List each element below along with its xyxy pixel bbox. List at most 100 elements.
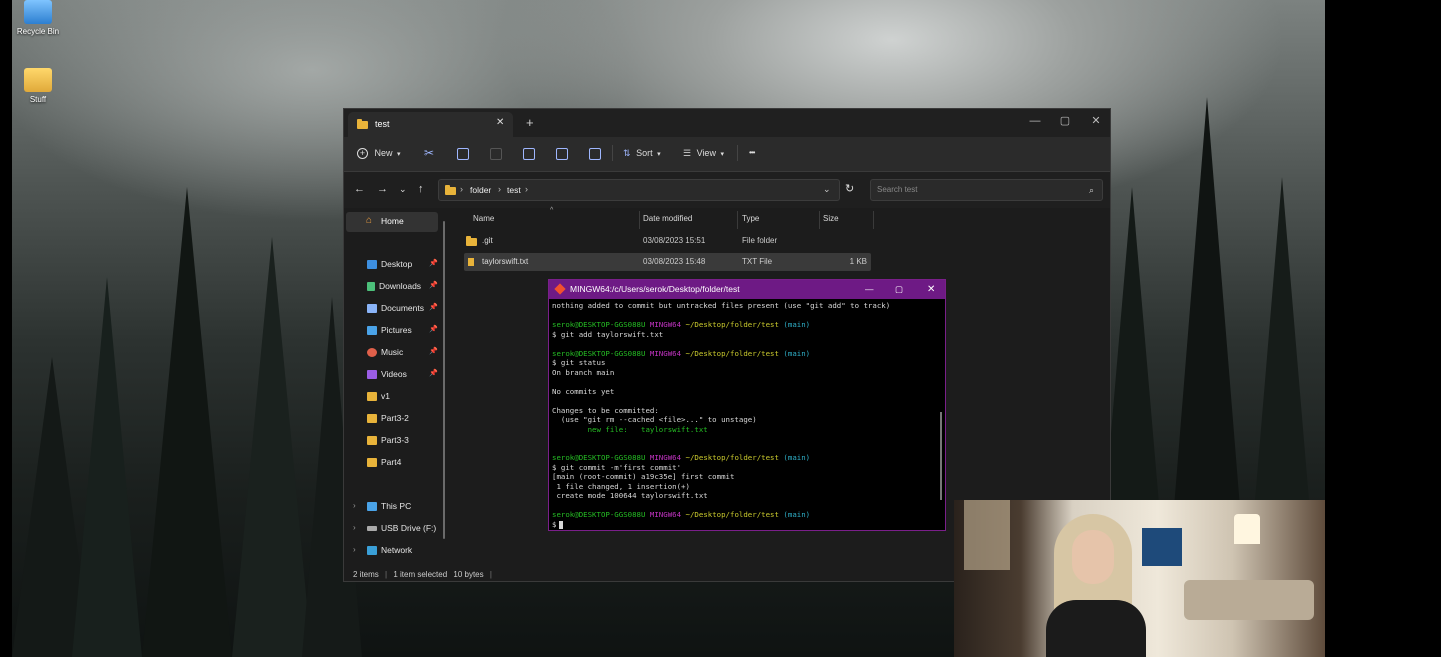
terminal-line: 1 file changed, 1 insertion(+) [552,481,690,491]
chevron-right-icon[interactable]: › [353,519,356,537]
desktop-icon-stuff[interactable]: Stuff [12,68,66,104]
sidebar-item-label: Part3-3 [381,435,409,445]
view-icon: ☰ [683,148,692,158]
sidebar-item-downloads[interactable]: Downloads 📌 [367,277,438,295]
column-header-date[interactable]: Date modified [643,214,692,223]
sidebar-item-label: Home [381,216,404,226]
column-separator[interactable] [639,211,640,229]
address-bar[interactable]: › folder › test › ⌄ [438,179,840,201]
folder-icon [24,68,52,92]
terminal-cursor-prompt: $ [552,519,557,529]
paste-icon[interactable] [490,146,502,160]
column-separator[interactable] [737,211,738,229]
sidebar-item-desktop[interactable]: Desktop 📌 [367,255,438,273]
close-button[interactable]: ✕ [1083,112,1109,130]
chevron-down-icon[interactable]: ⌄ [823,184,831,195]
terminal-line: $ git status [552,358,606,367]
minimize-button[interactable]: — [1022,112,1048,130]
network-icon [367,546,377,556]
terminal-input-line[interactable]: $ [552,520,934,530]
file-row-selected[interactable]: taylorswift.txt 03/08/2023 15:48 TXT Fil… [464,253,871,271]
chevron-down-icon[interactable]: ⌄ [399,184,407,195]
breadcrumb-separator: › [498,184,501,194]
prompt-branch: (main) [783,510,811,519]
sidebar-item-part4[interactable]: Part4 [367,453,401,471]
column-header-name[interactable]: Name [473,214,494,223]
prompt-user: serok@DESKTOP-GGS088U [552,320,646,329]
terminal-prompt: serok@DESKTOP-GGS088U MINGW64 ~/Desktop/… [552,510,934,520]
maximize-button[interactable]: ▢ [1052,112,1078,130]
column-header-type[interactable]: Type [742,214,759,223]
sidebar-item-music[interactable]: Music 📌 [367,343,438,361]
close-tab-icon[interactable]: ✕ [496,117,504,128]
search-input[interactable]: Search test ⌕ [870,179,1103,201]
git-bash-window: MINGW64:/c/Users/serok/Desktop/folder/te… [548,279,946,531]
sidebar-item-part3-2[interactable]: Part3-2 [367,409,409,427]
sort-label: Sort [636,148,653,158]
room-furniture-shape [1184,580,1314,620]
cut-icon[interactable]: ✂ [424,146,434,160]
desktop-icon-recycle-bin[interactable]: Recycle Bin [12,0,66,36]
sidebar-item-part3-3[interactable]: Part3-3 [367,431,409,449]
sidebar-item-label: USB Drive (F:) [381,523,437,533]
file-row[interactable]: .git 03/08/2023 15:51 File folder [464,232,871,250]
close-button[interactable]: ✕ [927,280,935,299]
sort-button[interactable]: ⇅ Sort ▾ [623,146,661,162]
refresh-icon[interactable]: ↻ [845,182,854,195]
sidebar-scrollbar[interactable] [443,221,445,539]
pin-icon: 📌 [429,304,438,311]
column-header-size[interactable]: Size [823,214,839,223]
file-type: File folder [742,236,778,245]
delete-icon[interactable] [589,146,601,160]
download-icon [367,282,375,292]
terminal-scrollbar[interactable] [940,412,942,500]
view-button[interactable]: ☰ View ▾ [683,146,724,162]
sidebar-item-home[interactable]: ⌂ Home [346,212,438,232]
terminal-prompt: serok@DESKTOP-GGS088U MINGW64 ~/Desktop/… [552,349,934,359]
room-monitor-shape [1142,528,1182,566]
copy-glyph [457,147,469,160]
sidebar-item-documents[interactable]: Documents 📌 [367,299,438,317]
file-type: TXT File [742,257,773,266]
share-icon[interactable] [556,146,568,160]
sidebar-item-v1[interactable]: v1 [367,387,390,405]
sidebar-item-usb-drive[interactable]: › USB Drive (F:) [353,519,437,537]
sidebar-item-pictures[interactable]: Pictures 📌 [367,321,438,339]
minimize-button[interactable]: — [865,280,874,299]
sidebar-item-label: Desktop [381,259,413,269]
up-arrow-icon[interactable]: ↑ [418,183,424,195]
folder-icon [367,436,377,446]
toolbar-separator [612,145,613,161]
forward-arrow-icon[interactable]: → [377,183,388,195]
terminal-line: On branch main [552,367,615,377]
copy-icon[interactable] [457,146,469,160]
breadcrumb-test[interactable]: test [507,185,521,195]
chevron-right-icon[interactable]: › [353,541,356,559]
pin-icon: 📌 [429,260,438,267]
terminal-line: $ git add taylorswift.txt [552,329,664,339]
rename-glyph [523,147,535,160]
more-options-button[interactable]: ••• [749,146,755,160]
rename-icon[interactable] [523,146,535,160]
search-placeholder: Search test [877,185,918,194]
sidebar-item-this-pc[interactable]: › This PC [353,497,411,515]
desktop-icon-label: Recycle Bin [16,27,60,36]
title-bar: test ✕ + — ▢ ✕ [344,109,1110,137]
tab-title: test [375,119,390,129]
new-tab-button[interactable]: + [526,115,534,130]
breadcrumb-folder[interactable]: folder [470,185,491,195]
column-separator[interactable] [873,211,874,229]
tab-test[interactable]: test ✕ [348,112,513,137]
breadcrumb-separator: › [525,184,528,194]
computer-icon [367,502,377,512]
sidebar-item-videos[interactable]: Videos 📌 [367,365,438,383]
sidebar-item-network[interactable]: › Network [353,541,412,559]
new-button[interactable]: + New ▾ [357,146,401,162]
terminal-output[interactable]: nothing added to commit but untracked fi… [552,301,934,529]
terminal-line: new file: taylorswift.txt [552,424,708,434]
column-separator[interactable] [819,211,820,229]
chevron-right-icon[interactable]: › [353,497,356,515]
back-arrow-icon[interactable]: ← [354,183,365,195]
maximize-button[interactable]: ▢ [895,280,903,299]
home-icon: ⌂ [366,215,373,226]
